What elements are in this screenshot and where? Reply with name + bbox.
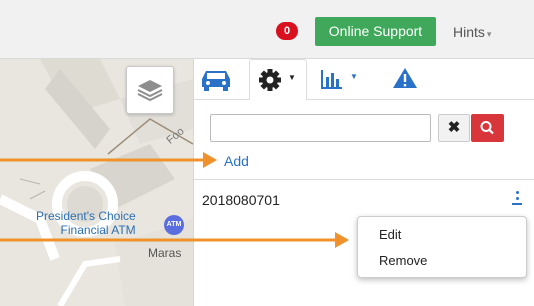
arrow-to-add	[0, 152, 217, 168]
arrow-to-menu	[0, 232, 349, 248]
annotation-arrows	[0, 152, 349, 248]
